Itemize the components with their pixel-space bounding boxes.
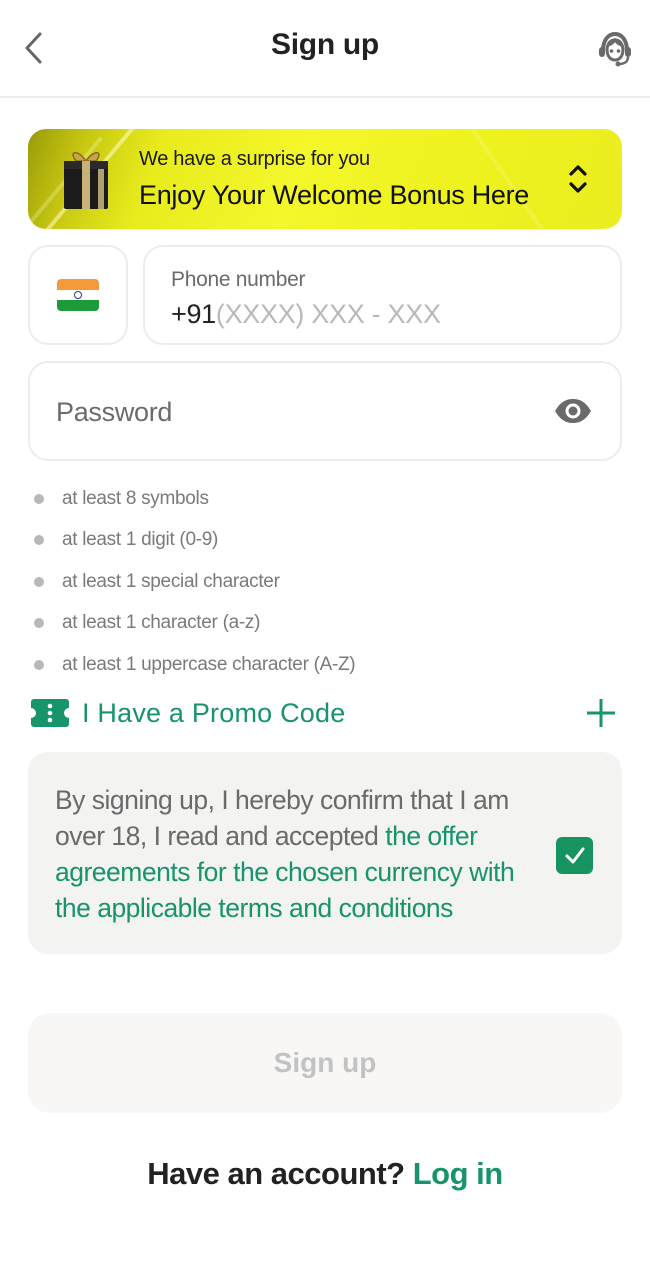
support-agent-icon	[599, 31, 631, 67]
gift-icon	[64, 152, 108, 209]
phone-number-field[interactable]: Phone number +91(XXXX) XXX - XXX	[143, 245, 622, 345]
password-rule: at least 1 character (a-z)	[34, 603, 355, 645]
eye-icon	[555, 399, 591, 423]
bullet-icon	[34, 535, 44, 546]
page-title: Sign up	[271, 28, 379, 61]
bullet-icon	[34, 493, 44, 504]
phone-number-label: Phone number	[171, 268, 306, 291]
country-code: +91	[171, 299, 216, 329]
phone-number-input[interactable]: +91(XXXX) XXX - XXX	[171, 299, 441, 330]
welcome-bonus-banner[interactable]: We have a surprise for you Enjoy Your We…	[28, 129, 622, 229]
login-link[interactable]: Log in	[413, 1156, 503, 1191]
app-header: Sign up	[0, 0, 650, 98]
promo-code-toggle[interactable]: I Have a Promo Code	[30, 693, 620, 733]
password-rule: at least 1 special character	[34, 561, 355, 603]
plus-icon[interactable]	[584, 696, 618, 730]
login-prompt-text: Have an account?	[147, 1156, 405, 1191]
bullet-icon	[34, 576, 44, 587]
bullet-icon	[34, 618, 44, 629]
password-requirements: at least 8 symbols at least 1 digit (0-9…	[34, 478, 356, 686]
bullet-icon	[34, 659, 44, 670]
login-prompt: Have an account? Log in	[0, 1156, 650, 1192]
country-selector[interactable]	[28, 245, 128, 345]
bonus-title: Enjoy Your Welcome Bonus Here	[139, 180, 530, 210]
password-placeholder: Password	[56, 397, 173, 427]
promo-code-label: I Have a Promo Code	[82, 697, 346, 728]
chevron-up-down-icon[interactable]	[568, 163, 588, 195]
password-rule: at least 1 uppercase character (A-Z)	[34, 644, 356, 686]
terms-agreement: By signing up, I hereby confirm that I a…	[28, 752, 622, 954]
phone-placeholder: (XXXX) XXX - XXX	[215, 299, 441, 329]
checkmark-icon	[565, 847, 584, 863]
india-flag-icon	[57, 279, 99, 311]
password-rule: at least 1 digit (0-9)	[34, 520, 355, 562]
ticket-icon	[31, 699, 69, 727]
show-password-button[interactable]	[552, 393, 594, 429]
bonus-subtitle: We have a surprise for you	[139, 148, 370, 170]
sign-up-button[interactable]: Sign up	[28, 1013, 622, 1113]
password-rule: at least 8 symbols	[34, 478, 355, 520]
support-button[interactable]	[592, 26, 638, 72]
terms-text: By signing up, I hereby confirm that I a…	[55, 785, 515, 923]
banner-decoration	[452, 129, 548, 229]
terms-checkbox[interactable]	[556, 837, 593, 874]
password-field[interactable]: Password	[28, 361, 622, 461]
